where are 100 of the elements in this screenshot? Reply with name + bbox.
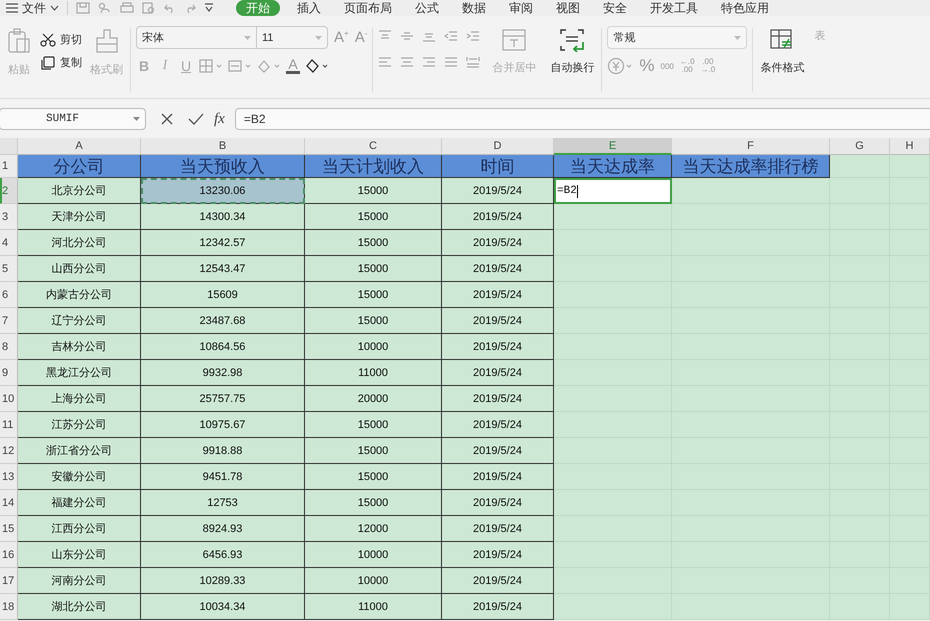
row-header[interactable]: 8 [0,334,18,360]
insert-function-button[interactable]: fx [214,110,225,128]
table-cell: 福建分公司 [18,490,141,516]
cancel-icon[interactable] [160,112,174,126]
column-header[interactable]: C [305,138,442,155]
row-header[interactable]: 1 [0,155,18,178]
column-header[interactable]: D [442,138,554,155]
indent-increase-icon[interactable] [466,30,480,42]
row-header[interactable]: 3 [0,204,18,230]
confirm-icon[interactable] [188,112,204,126]
ribbon-tab[interactable]: 特色应用 [715,0,775,16]
caret-icon[interactable] [133,117,140,121]
row-header[interactable]: 10 [0,386,18,412]
column-header[interactable]: B [141,138,305,155]
copy-icon[interactable] [40,56,56,70]
name-box[interactable]: SUMIF [0,108,146,130]
scissors-icon[interactable] [40,32,56,46]
formula-field[interactable]: =B2 [234,108,930,130]
table-cell: 15000 [305,438,442,464]
table-cell: 吉林分公司 [18,334,141,360]
table-cell: 15609 [141,282,305,308]
copy-button[interactable]: 复制 [40,55,82,70]
distributed-icon[interactable] [466,56,480,68]
row-header[interactable]: 12 [0,438,18,464]
number-format-field[interactable]: 常规 [607,26,748,49]
table-header-cell: 当天达成率 [554,155,672,178]
table-cell: 15000 [305,412,442,438]
table-cell: 2019/5/24 [442,360,554,386]
row-header[interactable]: 15 [0,516,18,542]
ribbon-tab[interactable]: 公式 [409,0,445,16]
chevron-down-icon[interactable] [50,5,59,11]
align-middle-icon[interactable] [400,30,414,42]
table-cell: 安徽分公司 [18,464,141,490]
empty-cell [890,155,930,178]
row-header[interactable]: 18 [0,594,18,620]
print-preview-icon[interactable] [142,2,156,14]
dropdown-icon[interactable] [204,2,214,14]
select-all-corner[interactable] [0,138,18,155]
column-header[interactable]: H [890,138,930,155]
table-cell: 10000 [305,568,442,594]
table-cell: 2019/5/24 [442,568,554,594]
ribbon-tab[interactable]: 插入 [291,0,327,16]
table-cell: 15000 [305,464,442,490]
column-header[interactable]: F [672,138,830,155]
table-header-cell: 当天预收入 [141,155,305,178]
table-cell: 河北分公司 [18,230,141,256]
align-center-icon[interactable] [400,56,414,68]
print-icon[interactable] [120,2,134,14]
table-cell: 15000 [305,230,442,256]
fill-color-icon[interactable] [228,58,252,72]
row-header[interactable]: 7 [0,308,18,334]
table-cell: 2019/5/24 [442,594,554,620]
save-icon[interactable] [76,2,90,14]
row-header[interactable]: 17 [0,568,18,594]
column-header[interactable]: A [18,138,141,155]
row-header[interactable]: 13 [0,464,18,490]
wrap-text-icon[interactable] [559,28,586,52]
currency-icon[interactable] [607,57,634,75]
table-header-cell: 当天达成率排行榜 [672,155,830,178]
table-cell: 6456.93 [141,542,305,568]
cut-button[interactable]: 剪切 [40,32,82,47]
justify-icon[interactable] [444,56,458,68]
row-header[interactable]: 2 [0,178,18,204]
row-header[interactable]: 16 [0,542,18,568]
caret-icon[interactable] [734,36,742,40]
cell-editor-field[interactable]: =B2 [554,178,672,204]
ribbon-tab[interactable]: 数据 [456,0,492,16]
table-cell: 山西分公司 [18,256,141,282]
row-header[interactable]: 14 [0,490,18,516]
table-cell: 20000 [305,386,442,412]
table-cell: 湖北分公司 [18,594,141,620]
table-cell: 2019/5/24 [442,256,554,282]
table-cell: 15000 [305,204,442,230]
wrap-text-button[interactable]: 自动换行 [548,26,596,77]
table-cell: 10975.67 [141,412,305,438]
empty-cell [830,178,890,204]
eraser-icon[interactable] [305,58,329,72]
ribbon-tab[interactable]: 安全 [597,0,633,16]
table-cell: 12000 [305,516,442,542]
table-cell: 2019/5/24 [442,412,554,438]
conditional-format-button[interactable]: 条件格式 [758,26,806,77]
ribbon-tab[interactable]: 审阅 [503,0,539,16]
align-right-icon[interactable] [422,56,436,68]
row-header[interactable]: 9 [0,360,18,386]
table-cell: 14300.34 [141,204,305,230]
row-header[interactable]: 4 [0,230,18,256]
table-cell: 15000 [305,256,442,282]
table-cell: 2019/5/24 [442,464,554,490]
column-header[interactable]: G [830,138,890,155]
ribbon-tab[interactable]: 开发工具 [644,0,704,16]
row-header[interactable]: 11 [0,412,18,438]
file-menu[interactable]: 文件 [6,0,59,16]
row-header[interactable]: 5 [0,256,18,282]
borders-icon[interactable] [199,58,223,72]
menu-icon[interactable] [6,3,18,13]
align-left-icon[interactable] [378,56,392,68]
ribbon-tab[interactable]: 页面布局 [338,0,398,16]
row-header[interactable]: 6 [0,282,18,308]
indent-decrease-icon[interactable] [444,30,458,42]
ribbon-tab[interactable]: 视图 [550,0,586,16]
